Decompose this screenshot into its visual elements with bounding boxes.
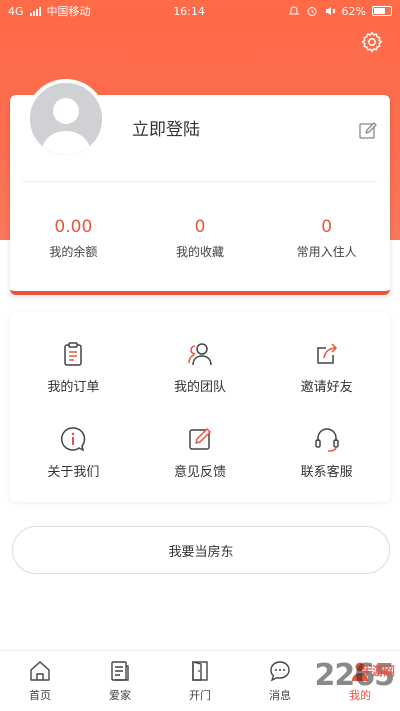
nav-item-love-home[interactable]: 爱家 [80, 651, 160, 711]
stat-value: 0 [194, 217, 206, 237]
feedback-icon [189, 428, 211, 450]
clipboard-icon [64, 342, 83, 366]
headset-icon [314, 428, 339, 452]
login-link[interactable]: 立即登陆 [132, 115, 200, 140]
stat-label: 常用入住人 [296, 245, 357, 259]
nav-item-home[interactable]: 首页 [0, 651, 80, 711]
stat-label: 我的收藏 [176, 245, 225, 259]
stat-value: 0 [321, 217, 333, 237]
stat-value: 0.00 [54, 217, 93, 237]
info-icon [61, 427, 86, 452]
profile-divider [22, 181, 378, 182]
edit-icon[interactable] [358, 121, 378, 141]
status-left: 4G 中国移动 [8, 3, 91, 19]
menu-item-team[interactable]: 我的团队 [137, 340, 264, 395]
carrier-name: 中国移动 [46, 5, 91, 18]
status-right: 62% [288, 5, 392, 18]
watermark-sub: 手游网 [360, 664, 395, 678]
share-icon [316, 343, 337, 364]
menu-item-feedback[interactable]: 意见反馈 [137, 425, 264, 480]
menu-label: 联系客服 [300, 465, 353, 480]
nav-label: 开门 [189, 689, 211, 702]
signal-icon [29, 6, 41, 16]
nav-label: 首页 [29, 689, 51, 702]
menu-item-support[interactable]: 联系客服 [263, 425, 390, 480]
door-icon [192, 661, 208, 681]
menu-item-invite[interactable]: 邀请好友 [263, 340, 390, 395]
mute-icon [325, 7, 335, 15]
nav-label: 消息 [269, 689, 291, 702]
battery-percent: 62% [341, 4, 366, 18]
nav-item-open-door[interactable]: 开门 [160, 651, 240, 711]
stat-balance[interactable]: 0.00 我的余额 [10, 217, 137, 260]
menu-label: 关于我们 [47, 465, 100, 480]
menu-item-orders[interactable]: 我的订单 [10, 340, 137, 395]
gear-icon[interactable] [360, 30, 384, 54]
stats-row: 0.00 我的余额 0 我的收藏 0 常用入住人 [10, 217, 390, 260]
become-landlord-button[interactable]: 我要当房东 [12, 526, 390, 574]
nav-label: 爱家 [109, 689, 131, 702]
user-placeholder-icon [30, 83, 102, 155]
watermark: 2265 手游网 [315, 658, 396, 693]
menu-card: 我的订单 我的团队 邀请好友 关于我们 意见反馈 联系客服 [10, 312, 390, 502]
nav-item-messages[interactable]: 消息 [240, 651, 320, 711]
status-time: 16:14 [173, 4, 205, 18]
chat-icon [270, 661, 290, 682]
stat-favorites[interactable]: 0 我的收藏 [137, 217, 264, 260]
document-icon [111, 661, 129, 681]
menu-label: 意见反馈 [173, 465, 226, 480]
stat-label: 我的余额 [49, 245, 98, 259]
bell-icon [288, 6, 299, 15]
alarm-icon [307, 7, 317, 16]
menu-label: 我的订单 [47, 380, 100, 395]
menu-label: 邀请好友 [300, 380, 353, 395]
network-type: 4G [8, 4, 24, 18]
stat-guests[interactable]: 0 常用入住人 [263, 217, 390, 260]
menu-label: 我的团队 [173, 380, 226, 395]
menu-grid: 我的订单 我的团队 邀请好友 关于我们 意见反馈 联系客服 [10, 340, 390, 480]
battery-icon [372, 6, 392, 16]
profile-card: 立即登陆 0.00 我的余额 0 我的收藏 0 常用入住人 [10, 79, 390, 295]
avatar[interactable] [26, 79, 106, 159]
home-icon [30, 661, 50, 681]
menu-item-about[interactable]: 关于我们 [10, 425, 137, 480]
team-icon [188, 343, 212, 366]
status-bar: 4G 中国移动 16:14 62% [0, 0, 400, 22]
